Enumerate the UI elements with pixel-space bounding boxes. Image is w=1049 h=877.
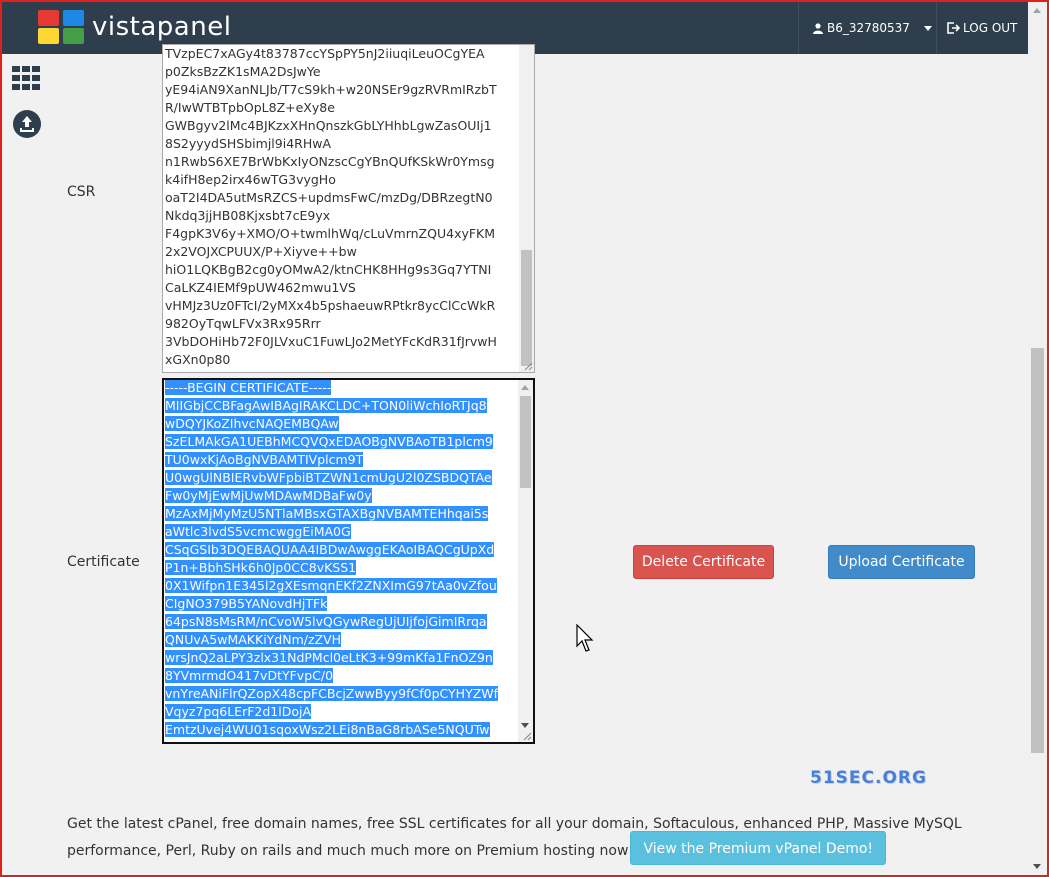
logout-icon <box>947 22 960 34</box>
text-line: Nkdq3jjHB08Kjxsbt7cE9yx <box>165 208 331 223</box>
premium-demo-button[interactable]: View the Premium vPanel Demo! <box>630 831 887 865</box>
logo[interactable]: vistapanel <box>38 10 231 44</box>
text-line: QNUvA5wMAKKiYdNm/zZVH <box>165 632 342 647</box>
text-line: aWtlc3lvdS5vcmcwggEiMA0G <box>165 524 351 539</box>
text-line: k4ifH8ep2irx46wTG3vygHo <box>165 172 336 187</box>
page-scrollbar[interactable] <box>1028 2 1047 875</box>
text-line: SzELMAkGA1UEBhMCQVQxEDAOBgNVBAoTB1plcm9 <box>165 434 493 449</box>
text-line: 982OyTqwLFVx3Rx95Rrr <box>165 316 321 331</box>
text-line: F4gpK3V6y+XMO/O+twmlhWq/cLuVmrnZQU4xyFKM <box>165 226 496 241</box>
grid-icon[interactable] <box>12 66 42 90</box>
text-line: 8S2yyydSHSbimjl9i4RHwA <box>165 136 332 151</box>
certificate-scrollbar[interactable] <box>518 380 533 742</box>
scroll-down-icon[interactable] <box>1033 864 1041 869</box>
upload-certificate-button[interactable]: Upload Certificate <box>828 545 975 579</box>
certificate-label: Certificate <box>67 554 140 570</box>
text-line: CaLKZ4IEMf9pUW462mwu1VS <box>165 280 356 295</box>
page-scrollbar-thumb[interactable] <box>1031 348 1044 753</box>
main-content: CSR TVzpEC7xAGy4t83787ccYSpPY5nJ2iiuqiLe… <box>52 44 1028 875</box>
text-line: Vqyz7pq6LErF2d1lDojA <box>165 704 312 719</box>
text-line: yE94iAN9XanNLJb/T7cS9kh+w20NSEr9gzRVRmIR… <box>165 82 497 97</box>
text-line: wDQYJKoZIhvcNAQEMBQAw <box>165 416 339 431</box>
text-line: P1n+BbhSHk6h0Jp0CC8vKSS1 <box>165 560 357 575</box>
text-line: CIgNO379B5YANovdHjTFk <box>165 596 328 611</box>
certificate-textarea[interactable]: -----BEGIN CERTIFICATE----- MIIGbjCCBFagA… <box>162 378 535 744</box>
user-menu[interactable]: B6_32780537 <box>798 2 937 54</box>
resize-handle-icon[interactable] <box>523 361 533 371</box>
text-line: U0wgUlNBIERvbWFpbiBTZWN1cmUgU2l0ZSBDQTAe <box>165 470 492 485</box>
chevron-down-icon <box>923 25 932 31</box>
delete-certificate-button[interactable]: Delete Certificate <box>633 545 774 579</box>
text-line: vHMJz3Uz0FTcI/2yMXx4b5pshaeuwRPtkr8ycClC… <box>165 298 496 313</box>
scroll-up-icon[interactable] <box>521 385 529 390</box>
user-icon <box>813 22 823 34</box>
csr-scrollbar[interactable] <box>519 45 534 372</box>
certificate-text: -----BEGIN CERTIFICATE----- MIIGbjCCBFagA… <box>165 380 514 739</box>
text-line: 2x2VOJXCPUUX/P+Xiyve++bw <box>165 244 357 259</box>
text-line: TVzpEC7xAGy4t83787ccYSpPY5nJ2iiuqiLeuOCg… <box>165 46 485 61</box>
text-line: 8YVmrmdO417vDtYFvpC/0 <box>165 668 334 683</box>
text-line: hiO1LQKBgB2cg0yOMwA2/ktnCHK8HHg9s3Gq7YTN… <box>165 262 492 277</box>
text-line: TU0wxKjAoBgNVBAMTIVplcm9T <box>165 452 364 467</box>
text-line: oaT2I4DA5utMsRZCS+updmsFwC/mzDg/DBRzegtN… <box>165 190 493 205</box>
logo-text: vistapanel <box>92 12 232 42</box>
username: B6_32780537 <box>827 21 910 35</box>
text-line: 64psN8sMsRM/nCvoW5lvQGywRegUjUIjfojGimIR… <box>165 614 487 629</box>
watermark: 51SEC.ORG <box>810 768 927 788</box>
scroll-up-icon[interactable] <box>1033 8 1041 13</box>
text-line: wrsJnQ2aLPY3zlx31NdPMcl0eLtK3+99mKfa1FnO… <box>165 650 493 665</box>
text-line: EmtzUvej4WU01sqoxWsz2LEi8nBaG8rbASe5NQUT… <box>165 722 490 737</box>
scrollbar-thumb[interactable] <box>521 250 532 366</box>
text-line: R/IwWTBTpbOpL8Z+eXy8e <box>165 100 335 115</box>
text-line: xGXn0p80 <box>165 352 231 367</box>
text-line: p0ZksBzZK1sMA2DsJwYe <box>165 64 321 79</box>
resize-handle-icon[interactable] <box>522 731 532 741</box>
text-line: n1RwbS6XE7BrWbKxIyONzscCgYBnQUfKSkWr0Yms… <box>165 154 495 169</box>
promo-section: Get the latest cPanel, free domain names… <box>67 812 1017 865</box>
logout-label: LOG OUT <box>963 21 1018 35</box>
text-line: GWBgyv2lMc4BJKzxXHnQnszkGbLYHhbLgwZasOUI… <box>165 118 492 133</box>
text-line: -----BEGIN CERTIFICATE----- <box>165 380 332 395</box>
csr-text: TVzpEC7xAGy4t83787ccYSpPY5nJ2iiuqiLeuOCg… <box>165 45 513 369</box>
scroll-down-icon[interactable] <box>521 723 529 728</box>
text-line: 3VbDOHiHb72F0JLVxuC1FuwLJo2MetYFcKdR31fJ… <box>165 334 497 349</box>
csr-label: CSR <box>67 184 96 200</box>
text-line: 0X1Wifpn1E345l2gXEsmqnEKf2ZNXImG97tAa0vZ… <box>165 578 497 593</box>
text-line: MIIGbjCCBFagAwIBAgIRAKCLDC+TON0liWchIoRT… <box>165 398 487 413</box>
text-line: MzAxMjMyMzU5NTlaMBsxGTAXBgNVBAMTEHhqai5s <box>165 506 489 521</box>
mouse-cursor-icon <box>576 624 594 652</box>
text-line: vnYreANiFlrQZopX48cpFCBcjZwwByy9fCf0pCYH… <box>165 686 499 701</box>
logo-squares-icon <box>38 10 84 44</box>
sidebar <box>2 54 52 875</box>
upload-icon[interactable] <box>13 110 41 138</box>
csr-textarea[interactable]: TVzpEC7xAGy4t83787ccYSpPY5nJ2iiuqiLeuOCg… <box>162 44 535 373</box>
text-line: Fw0yMjEwMjUwMDAwMDBaFw0y <box>165 488 372 503</box>
logout-button[interactable]: LOG OUT <box>947 2 1017 54</box>
scrollbar-thumb[interactable] <box>520 396 531 488</box>
text-line: CSqGSIb3DQEBAQUAA4IBDwAwggEKAoIBAQCgUpXd <box>165 542 495 557</box>
